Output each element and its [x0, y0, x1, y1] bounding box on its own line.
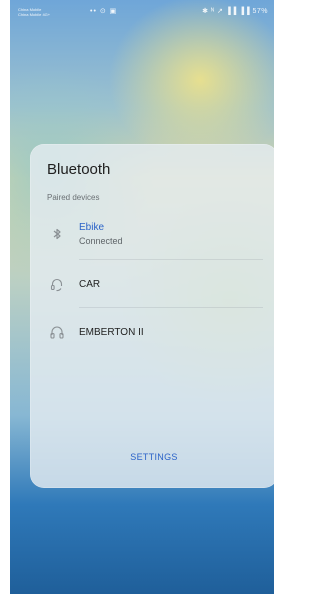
phone-screen: China Mobile China Mobile 4G+ •• ⊙ ▣ ✱ ᴺ… — [10, 0, 274, 594]
panel-title: Bluetooth — [47, 161, 111, 178]
carrier-label: China Mobile China Mobile 4G+ — [18, 7, 50, 17]
status-right-icons: ✱ ᴺ ↗ ▐▐ ▐▐ 57% — [202, 7, 268, 15]
bluetooth-icon — [49, 226, 65, 242]
paired-devices-label: Paired devices — [47, 193, 100, 202]
status-bar: China Mobile China Mobile 4G+ •• ⊙ ▣ ✱ ᴺ… — [10, 0, 274, 28]
divider — [79, 307, 263, 308]
headset-icon — [49, 276, 65, 292]
settings-button[interactable]: SETTINGS — [30, 452, 274, 462]
status-right-glyphs: ✱ ᴺ ↗ ▐▐ ▐▐ — [202, 8, 251, 15]
device-name: EMBERTON II — [79, 327, 144, 338]
divider — [79, 259, 263, 260]
device-name: Ebike — [79, 222, 105, 233]
bluetooth-panel: Bluetooth Paired devices Ebike Connected… — [30, 144, 274, 488]
headphones-icon — [49, 324, 65, 340]
device-status: Connected — [79, 236, 123, 246]
status-left-icons: •• ⊙ ▣ — [90, 8, 118, 15]
carrier-line-2: China Mobile 4G+ — [18, 12, 51, 17]
device-row-car[interactable]: CAR — [30, 268, 274, 308]
device-row-emberton[interactable]: EMBERTON II — [30, 316, 274, 356]
device-row-ebike[interactable]: Ebike Connected — [30, 218, 274, 258]
battery-percentage: 57% — [252, 8, 268, 15]
device-name: CAR — [79, 279, 101, 290]
